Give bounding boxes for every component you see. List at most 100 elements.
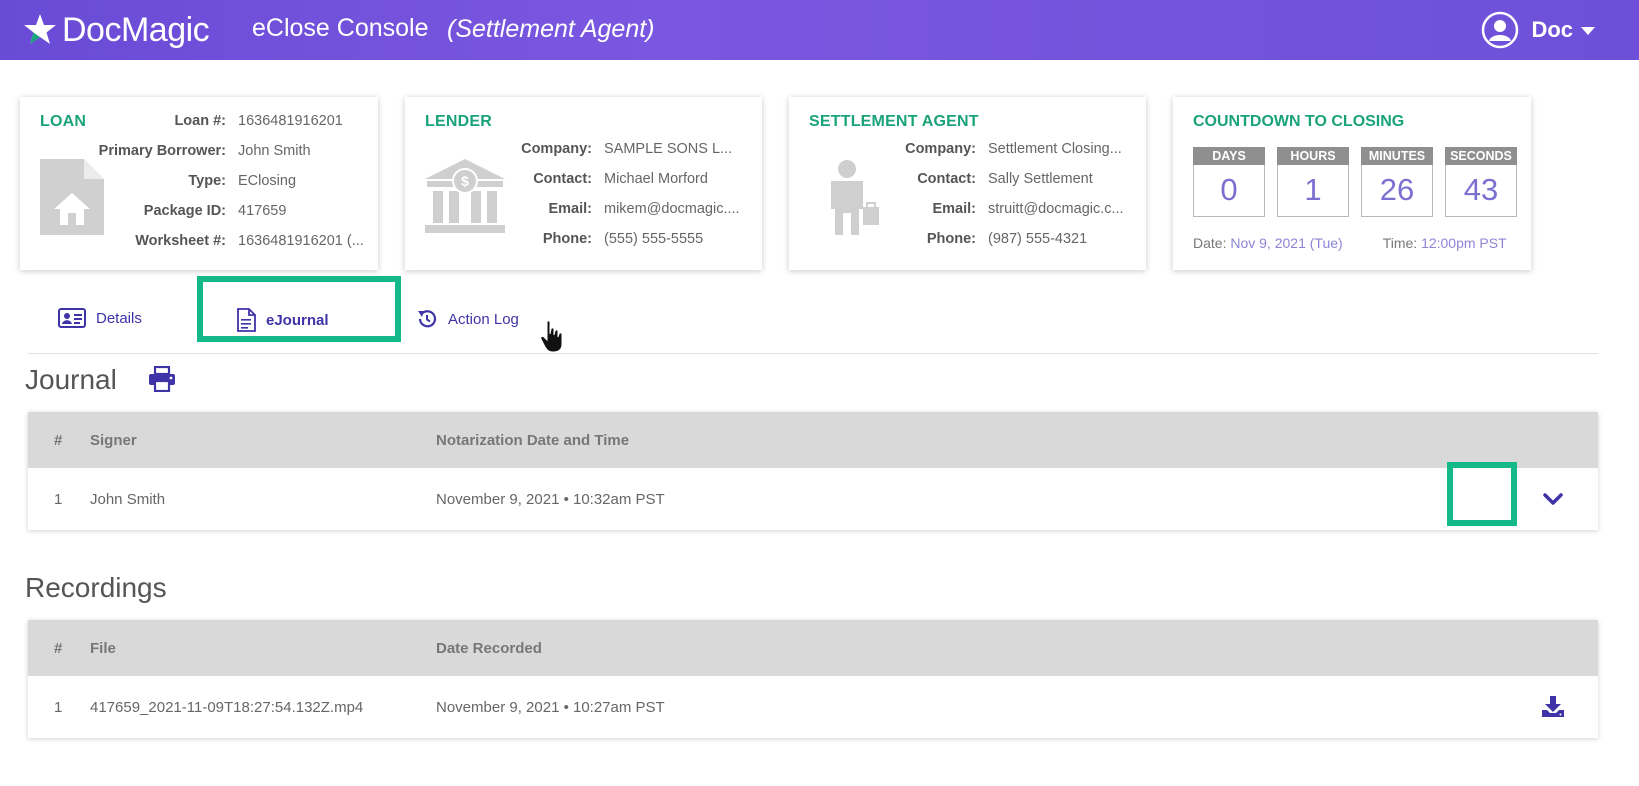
- lender-field-row: Email: mikem@docmagic....: [505, 201, 740, 231]
- lender-field-row: Phone: (555) 555-5555: [505, 231, 740, 261]
- role-label: (Settlement Agent): [447, 15, 655, 43]
- field-label: Worksheet #:: [135, 233, 226, 249]
- field-label: Company:: [905, 141, 976, 157]
- journal-title: Journal: [25, 364, 117, 395]
- countdown-days: DAYS 0: [1193, 147, 1265, 217]
- field-value: Sally Settlement: [988, 171, 1093, 187]
- loan-fields: Loan #: 1636481916201 Primary Borrower: Joh…: [94, 113, 364, 263]
- closing-time: Time: 12:00pm PST: [1383, 235, 1507, 251]
- countdown-unit-label: DAYS: [1193, 147, 1265, 165]
- countdown-minutes: MINUTES 26: [1361, 147, 1433, 217]
- settlement-fields: Company: Settlement Closing... Contact: Sal…: [889, 141, 1124, 261]
- countdown-unit-label: MINUTES: [1361, 147, 1433, 165]
- bank-icon: $: [425, 159, 505, 233]
- expand-row-button[interactable]: [1508, 492, 1598, 506]
- settlement-card-title: SETTLEMENT AGENT: [809, 113, 979, 130]
- countdown-unit-label: SECONDS: [1445, 147, 1517, 165]
- field-label: Email:: [932, 201, 976, 217]
- countdown-unit-value: 1: [1277, 165, 1349, 217]
- field-label: Contact:: [533, 171, 592, 187]
- field-label: Email:: [548, 201, 592, 217]
- field-value: SAMPLE SONS L...: [604, 141, 733, 157]
- chevron-down-icon: [1581, 27, 1595, 35]
- top-header: DocMagic eClose Console (Settlement Agen…: [0, 0, 1639, 60]
- countdown-boxes: DAYS 0 HOURS 1 MINUTES 26 SECONDS 43: [1193, 147, 1517, 217]
- settlement-field-row: Email: struitt@docmagic.c...: [889, 201, 1123, 231]
- countdown-unit-label: HOURS: [1277, 147, 1349, 165]
- header-num: #: [54, 431, 63, 449]
- loan-card: LOAN Loan #: 1636481916201 Primary Borrowe…: [20, 97, 378, 270]
- date-label: Date:: [1193, 235, 1227, 251]
- field-label: Company:: [521, 141, 592, 157]
- star-logo-icon: [24, 14, 56, 44]
- loan-field-row: Primary Borrower: John Smith: [94, 143, 364, 173]
- header-num: #: [54, 639, 63, 657]
- loan-card-title: LOAN: [40, 113, 87, 130]
- journal-table: # Signer Notarization Date and Time 1 Jo…: [28, 412, 1598, 530]
- tab-details[interactable]: Details: [58, 308, 142, 328]
- download-button[interactable]: [1508, 696, 1598, 718]
- tab-action-log-label: Action Log: [448, 310, 519, 328]
- lender-fields: Company: SAMPLE SONS L... Contact: Michael …: [505, 141, 740, 261]
- header-date-recorded: Date Recorded: [436, 639, 542, 657]
- recordings-table: # File Date Recorded 1 417659_2021-11-09…: [28, 620, 1598, 738]
- loan-field-row: Package ID: 417659: [94, 203, 364, 233]
- header-notarization-date: Notarization Date and Time: [436, 431, 630, 449]
- settlement-agent-card: SETTLEMENT AGENT Company: Settlement Clos…: [789, 97, 1146, 270]
- journal-table-header: # Signer Notarization Date and Time: [28, 412, 1598, 468]
- svg-text:$: $: [461, 173, 469, 189]
- field-label: Loan #:: [174, 113, 226, 129]
- row-file: 417659_2021-11-09T18:27:54.132Z.mp4: [90, 698, 364, 716]
- docmagic-logo[interactable]: DocMagic: [22, 8, 210, 52]
- user-name: Doc: [1531, 17, 1573, 42]
- time-value: 12:00pm PST: [1421, 235, 1507, 251]
- countdown-footer: Date: Nov 9, 2021 (Tue) Time: 12:00pm PS…: [1193, 235, 1523, 251]
- field-value: Settlement Closing...: [988, 141, 1122, 157]
- field-value: (987) 555-4321: [988, 231, 1088, 247]
- loan-field-row: Loan #: 1636481916201: [94, 113, 364, 143]
- user-avatar-icon: [1482, 11, 1519, 49]
- field-label: Contact:: [917, 171, 976, 187]
- download-icon: [1542, 696, 1564, 717]
- hand-cursor-icon: [540, 320, 563, 353]
- brand-name: DocMagic: [62, 10, 210, 49]
- closing-date: Date: Nov 9, 2021 (Tue): [1193, 235, 1343, 251]
- lender-field-row: Company: SAMPLE SONS L...: [505, 141, 740, 171]
- id-card-icon: [58, 308, 86, 328]
- countdown-unit-value: 0: [1193, 165, 1265, 217]
- highlight-box-ejournal: [197, 276, 401, 342]
- highlight-box-expand: [1447, 462, 1517, 526]
- countdown-seconds: SECONDS 43: [1445, 147, 1517, 217]
- field-label: Phone:: [542, 231, 592, 247]
- row-date: November 9, 2021 • 10:27am PST: [436, 698, 665, 716]
- field-label: Package ID:: [143, 203, 226, 219]
- loan-field-row: Worksheet #: 1636481916201 (...: [94, 233, 364, 263]
- countdown-title: COUNTDOWN TO CLOSING: [1193, 113, 1405, 130]
- tab-details-label: Details: [96, 309, 142, 327]
- header-file: File: [90, 639, 116, 657]
- countdown-card: COUNTDOWN TO CLOSING DAYS 0 HOURS 1 MINU…: [1173, 97, 1531, 270]
- user-menu[interactable]: Doc: [1481, 10, 1595, 50]
- console-title: eClose Console: [252, 14, 429, 42]
- chevron-down-icon: [1543, 493, 1563, 505]
- field-value: 1636481916201: [238, 113, 343, 129]
- countdown-unit-value: 26: [1361, 165, 1433, 217]
- field-value: mikem@docmagic....: [604, 201, 740, 217]
- print-icon[interactable]: [148, 366, 176, 392]
- field-label: Phone:: [926, 231, 976, 247]
- row-date: November 9, 2021 • 10:32am PST: [436, 490, 665, 508]
- field-label: Primary Borrower:: [98, 143, 226, 159]
- lender-field-row: Contact: Michael Morford: [505, 171, 740, 201]
- time-label: Time:: [1382, 235, 1418, 251]
- field-value: 417659: [238, 203, 287, 219]
- countdown-hours: HOURS 1: [1277, 147, 1349, 217]
- history-icon: [418, 310, 437, 328]
- loan-field-row: Type: EClosing: [94, 173, 364, 203]
- settlement-field-row: Company: Settlement Closing...: [889, 141, 1124, 171]
- settlement-field-row: Phone: (987) 555-4321: [889, 231, 1124, 261]
- table-row: 1 John Smith November 9, 2021 • 10:32am …: [28, 468, 1598, 530]
- tab-action-log[interactable]: Action Log: [416, 308, 519, 330]
- countdown-unit-value: 43: [1445, 165, 1517, 217]
- recordings-table-header: # File Date Recorded: [28, 620, 1598, 676]
- row-signer: John Smith: [90, 490, 166, 508]
